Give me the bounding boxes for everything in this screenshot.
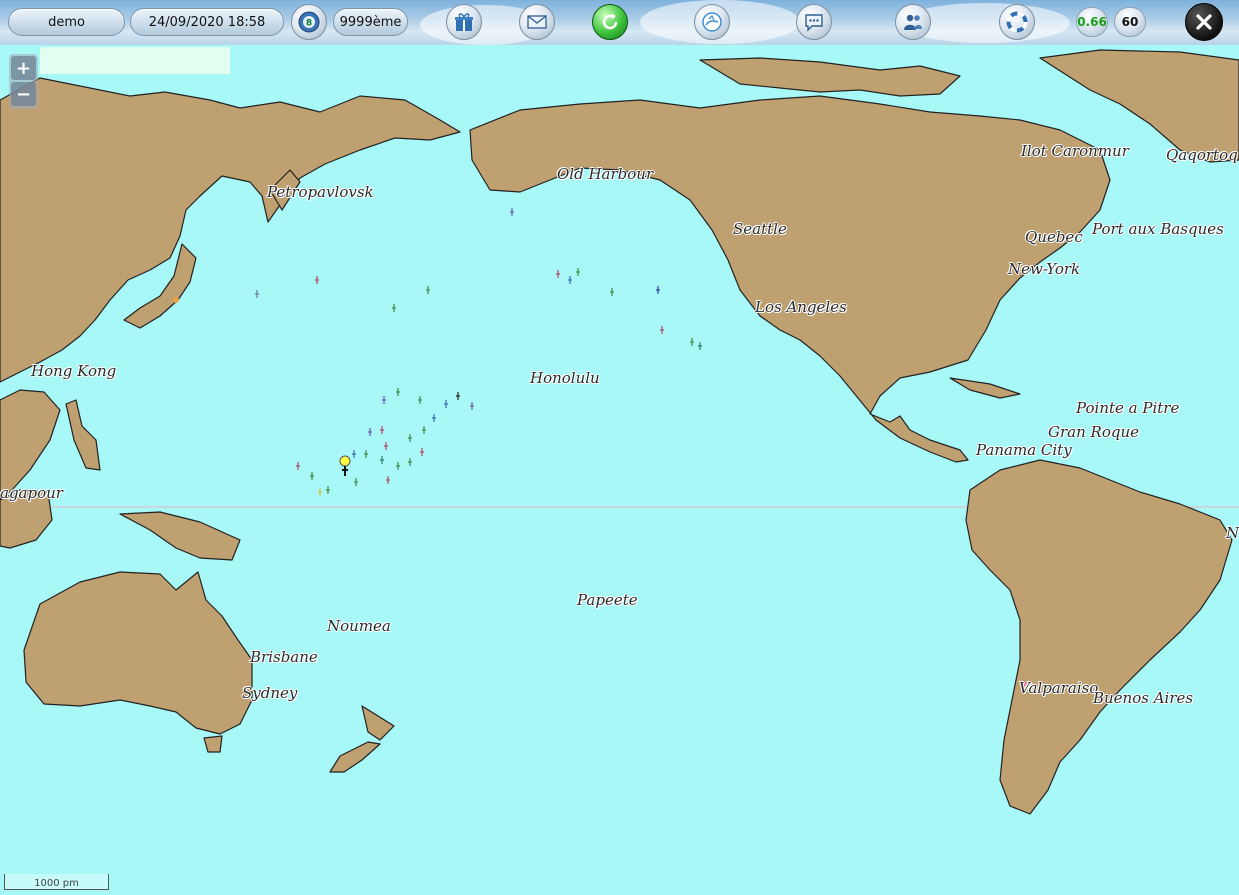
zoom-in-button[interactable]: + — [11, 56, 36, 80]
chat-button[interactable] — [796, 4, 832, 40]
city-label: agapour — [0, 484, 63, 502]
gift-button[interactable] — [446, 4, 482, 40]
city-label: Petropavlovsk — [267, 183, 374, 201]
map-scale-bar: 1000 pm — [4, 874, 109, 890]
mail-button[interactable] — [519, 4, 555, 40]
close-icon — [1196, 14, 1212, 30]
city-label: Buenos Aires — [1093, 689, 1194, 707]
city-label: Valparaiso — [1019, 679, 1099, 697]
waypoint-marker — [173, 297, 179, 303]
compass-wind-button[interactable]: 8 — [291, 4, 327, 40]
city-label: Panama City — [976, 441, 1072, 459]
top-toolbar: demo 24/09/2020 18:58 8 9999ème 0.66 60 — [0, 0, 1239, 45]
wind-badge: 8 — [306, 19, 312, 29]
heading-display: 60 — [1114, 7, 1146, 37]
city-label: New-York — [1008, 260, 1081, 278]
city-label: Seattle — [733, 220, 787, 238]
chat-bubble-icon — [805, 14, 823, 32]
city-label: Hong Kong — [31, 362, 117, 380]
users-icon — [904, 14, 922, 30]
user-button[interactable]: demo — [8, 8, 125, 36]
close-button[interactable] — [1185, 3, 1223, 41]
city-label: Noumea — [327, 617, 391, 635]
city-label: Qaqortoq — [1166, 146, 1238, 164]
help-button[interactable] — [999, 4, 1035, 40]
city-label: Port aux Basques — [1092, 220, 1224, 238]
datetime-display: 24/09/2020 18:58 — [130, 8, 284, 36]
city-label: Pointe a Pitre — [1076, 399, 1180, 417]
city-label: Los Angeles — [755, 298, 847, 316]
player-boat-marker[interactable] — [339, 455, 351, 467]
city-label: N — [1226, 524, 1239, 542]
refresh-icon — [602, 13, 618, 30]
city-label: Quebec — [1025, 228, 1083, 246]
city-label: Sydney — [242, 684, 298, 702]
speed-display: 0.66 — [1076, 7, 1108, 37]
lifebuoy-icon — [1006, 11, 1028, 33]
scale-label: 1000 pm — [34, 878, 79, 889]
friends-button[interactable] — [895, 4, 931, 40]
landmass-tasmania — [203, 735, 223, 753]
gift-icon — [455, 13, 473, 31]
refresh-button[interactable] — [592, 4, 628, 40]
logo-button[interactable] — [694, 4, 730, 40]
sailing-logo-icon — [702, 12, 722, 32]
envelope-icon — [527, 15, 547, 29]
city-label: Ilot Caronmur — [1021, 142, 1129, 160]
compass-icon: 8 — [298, 11, 320, 33]
city-label: Old Harbour — [557, 165, 654, 183]
info-panel — [40, 47, 230, 74]
zoom-out-button[interactable]: − — [11, 82, 36, 106]
city-label: Honolulu — [530, 369, 600, 387]
rank-display[interactable]: 9999ème — [333, 8, 408, 36]
city-label: Papeete — [577, 591, 638, 609]
city-label: Brisbane — [250, 648, 318, 666]
city-label: Gran Roque — [1048, 423, 1139, 441]
